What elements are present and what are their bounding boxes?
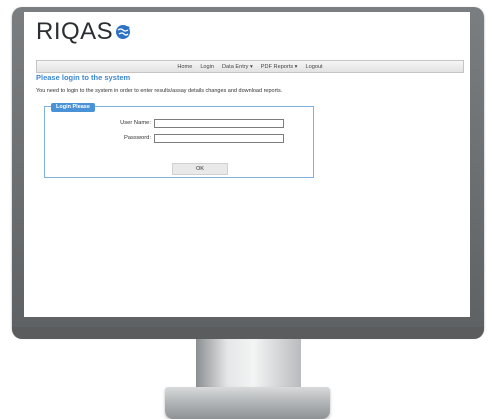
nav-login[interactable]: Login	[200, 64, 214, 70]
logo-text: RIQAS	[36, 18, 114, 45]
nav-pdf-reports[interactable]: PDF Reports ▾	[261, 64, 298, 70]
page-title: Please login to the system	[36, 73, 131, 82]
monitor-stand-neck	[196, 339, 301, 387]
nav-data-entry[interactable]: Data Entry ▾	[222, 64, 253, 70]
globe-icon	[116, 25, 131, 39]
login-panel-legend: Login Please	[51, 103, 95, 112]
monitor-screen: RIQAS Home Login Data Entry ▾ PDF Report…	[24, 12, 470, 317]
monitor-stand-base	[165, 387, 330, 419]
monitor-chin	[12, 327, 484, 339]
password-label: Password:	[123, 135, 151, 141]
ok-button[interactable]: OK	[172, 163, 228, 175]
username-input[interactable]	[154, 119, 284, 128]
password-input[interactable]	[154, 134, 284, 143]
username-label: User Name:	[120, 120, 151, 126]
intro-text: You need to login to the system in order…	[36, 88, 283, 94]
nav-home[interactable]: Home	[177, 64, 192, 70]
login-panel: Login Please User Name: Password: OK	[44, 103, 314, 178]
riqas-logo: RIQAS	[36, 20, 131, 44]
nav-logout[interactable]: Logout	[306, 64, 323, 70]
main-nav-bar: Home Login Data Entry ▾ PDF Reports ▾ Lo…	[36, 60, 464, 73]
